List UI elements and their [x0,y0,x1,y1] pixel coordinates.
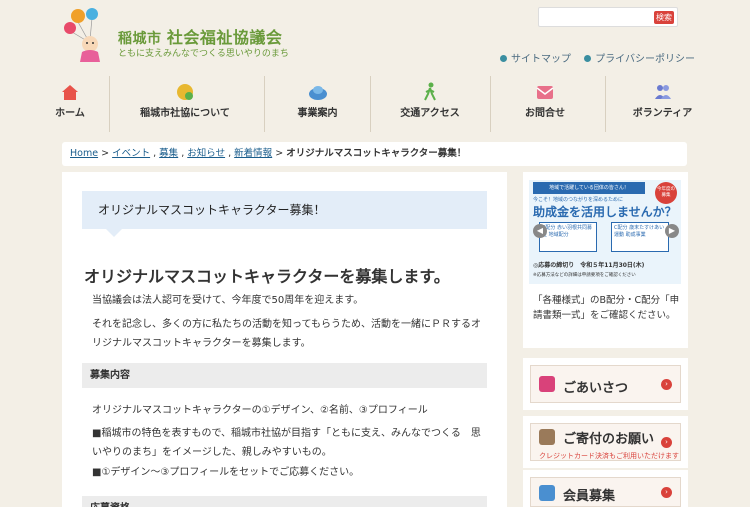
nav-divider [605,76,606,132]
sitemap-link[interactable]: サイトマップ [500,54,571,65]
walk-icon [424,82,436,101]
chevron-right-icon: › [661,379,672,390]
chevron-right-icon: › [661,487,672,498]
nav-divider [109,76,110,132]
button-inner: ご寄付のお願い クレジットカード決済もご利用いただけます › [530,423,681,461]
button-label: ご寄付のお願い [563,432,655,447]
button-label: ごあいさつ [563,381,629,396]
grant-banner-box: 地域で活躍している団体の皆さん！ 今年度の募集 今こそ！地域のつながりを深めるた… [523,172,688,348]
privacy-label: プライバシーポリシー [595,54,695,65]
org-prefix: 稲城市 [118,31,162,47]
sitemap-label: サイトマップ [511,54,571,65]
banner-card-c: C配分 歳末たすけあい運動 助成事業 [611,222,669,252]
grant-banner[interactable]: 地域で活躍している団体の皆さん！ 今年度の募集 今こそ！地域のつながりを深めるた… [529,180,681,284]
greeting-icon [539,376,555,392]
button-sublabel: クレジットカード決済もご利用いただけます [539,452,679,460]
banner-card-b: B配分 赤い羽根共同募金 地域配分 [539,222,597,252]
nav-divider [370,76,371,132]
privacy-policy-link[interactable]: プライバシーポリシー [584,54,695,65]
breadcrumb-item[interactable]: 新着情報 [234,148,272,159]
mail-icon [536,86,554,99]
breadcrumb-home[interactable]: Home [70,148,98,159]
main-content: オリジナルマスコットキャラクター募集！ オリジナルマスコットキャラクターを募集し… [62,172,507,507]
nav-contact[interactable]: お問合せ [495,74,595,134]
global-nav: ホーム 稲城市社協について 事業案内 交通アクセス お問合せ ボランティア [35,74,715,134]
cloud-icon [308,86,327,100]
breadcrumb-item[interactable]: イベント [112,148,150,159]
nav-about[interactable]: 稲城市社協について [115,74,255,134]
section-text: オリジナルマスコットキャラクターの①デザイン、②名前、③プロフィール [92,405,428,416]
nav-access[interactable]: 交通アクセス [375,74,485,134]
banner-prev-arrow-icon[interactable]: ◀ [533,224,547,238]
nav-label: お問合せ [525,108,565,119]
breadcrumb: Home > イベント , 募集 , お知らせ , 新着情報 > オリジナルマス… [62,142,687,166]
banner-top-text: 地域で活躍している団体の皆さん！ [533,182,645,194]
nav-label: ホーム [55,108,85,119]
nav-label: 交通アクセス [400,108,460,119]
section-heading: 応募資格 [82,496,487,507]
banner-title: 助成金を活用しませんか？ [533,205,677,219]
section-text: ■稲城市の特色を表すもので、稲城市社協が目指す「ともに支え、みんなでつくる 思い… [92,428,481,458]
bullet-icon [500,55,507,62]
breadcrumb-current: オリジナルマスコットキャラクター募集！ [286,148,467,159]
mascot-balloons-icon [64,8,100,62]
banner-sub-text: 今こそ！地域のつながりを深めるために [533,197,624,203]
search-button[interactable]: 検索 [654,11,674,24]
handshake-icon [539,429,555,445]
button-inner: ごあいさつ › [530,365,681,403]
page-title: オリジナルマスコットキャラクター募集！ [82,191,487,237]
section-text: ■①デザイン～③プロフィールをセットでご応募ください。 [92,467,360,478]
donation-button[interactable]: ご寄付のお願い クレジットカード決済もご利用いただけます › [523,416,688,468]
article-headline: オリジナルマスコットキャラクターを募集します。 [84,267,450,286]
banner-caption: 「各種様式」のB配分・C配分「申請書類一式」をご確認ください。 [533,295,680,321]
breadcrumb-separator: > [101,148,113,159]
utility-links: サイトマップ プライバシーポリシー [500,50,705,65]
bullet-icon [584,55,592,62]
site-tagline: ともに支えみんなでつくる思いやりのまち [118,49,289,59]
chevron-right-icon: › [661,437,672,448]
breadcrumb-item[interactable]: お知らせ [187,148,225,159]
org-name: 社会福祉協議会 [166,28,283,47]
nav-divider [264,76,265,132]
nav-home[interactable]: ホーム [35,74,105,134]
members-icon [539,485,555,501]
membership-button[interactable]: 会員募集 › [523,470,688,507]
banner-deadline: ◎応募の締切り 令和５年11月30日(木) [533,262,645,269]
site-logo[interactable]: 稲城市 社会福祉協議会 ともに支えみんなでつくる思いやりのまち [62,6,302,66]
greeting-button[interactable]: ごあいさつ › [523,358,688,410]
button-label: 会員募集 [563,489,616,504]
section-heading: 募集内容 [82,363,487,388]
nav-label: 稲城市社協について [140,108,230,119]
nav-label: ボランティア [632,108,693,119]
site-name: 稲城市 社会福祉協議会 [118,24,282,48]
intro-paragraph: それを記念し、多くの方に私たちの活動を知ってもらうため、活動を一緒にＰＲするオリ… [92,319,481,349]
site-search: 検索 [538,7,678,27]
breadcrumb-separator: > [275,148,287,159]
breadcrumb-item[interactable]: 募集 [159,148,178,159]
search-input[interactable] [541,10,653,24]
banner-next-arrow-icon[interactable]: ▶ [665,224,679,238]
button-inner: 会員募集 › [530,477,681,507]
info-icon [177,84,193,100]
banner-note: ※応募方法などの詳細は申請要項をご確認ください [533,273,636,278]
nav-label: 事業案内 [297,108,338,119]
home-icon [62,85,78,100]
nav-services[interactable]: 事業案内 [270,74,365,134]
people-icon [654,85,671,99]
intro-paragraph: 当協議会は法人認可を受けて、今年度で50周年を迎えます。 [92,295,364,306]
nav-volunteer[interactable]: ボランティア [610,74,715,134]
nav-divider [490,76,491,132]
banner-badge: 今年度の募集 [655,182,677,204]
